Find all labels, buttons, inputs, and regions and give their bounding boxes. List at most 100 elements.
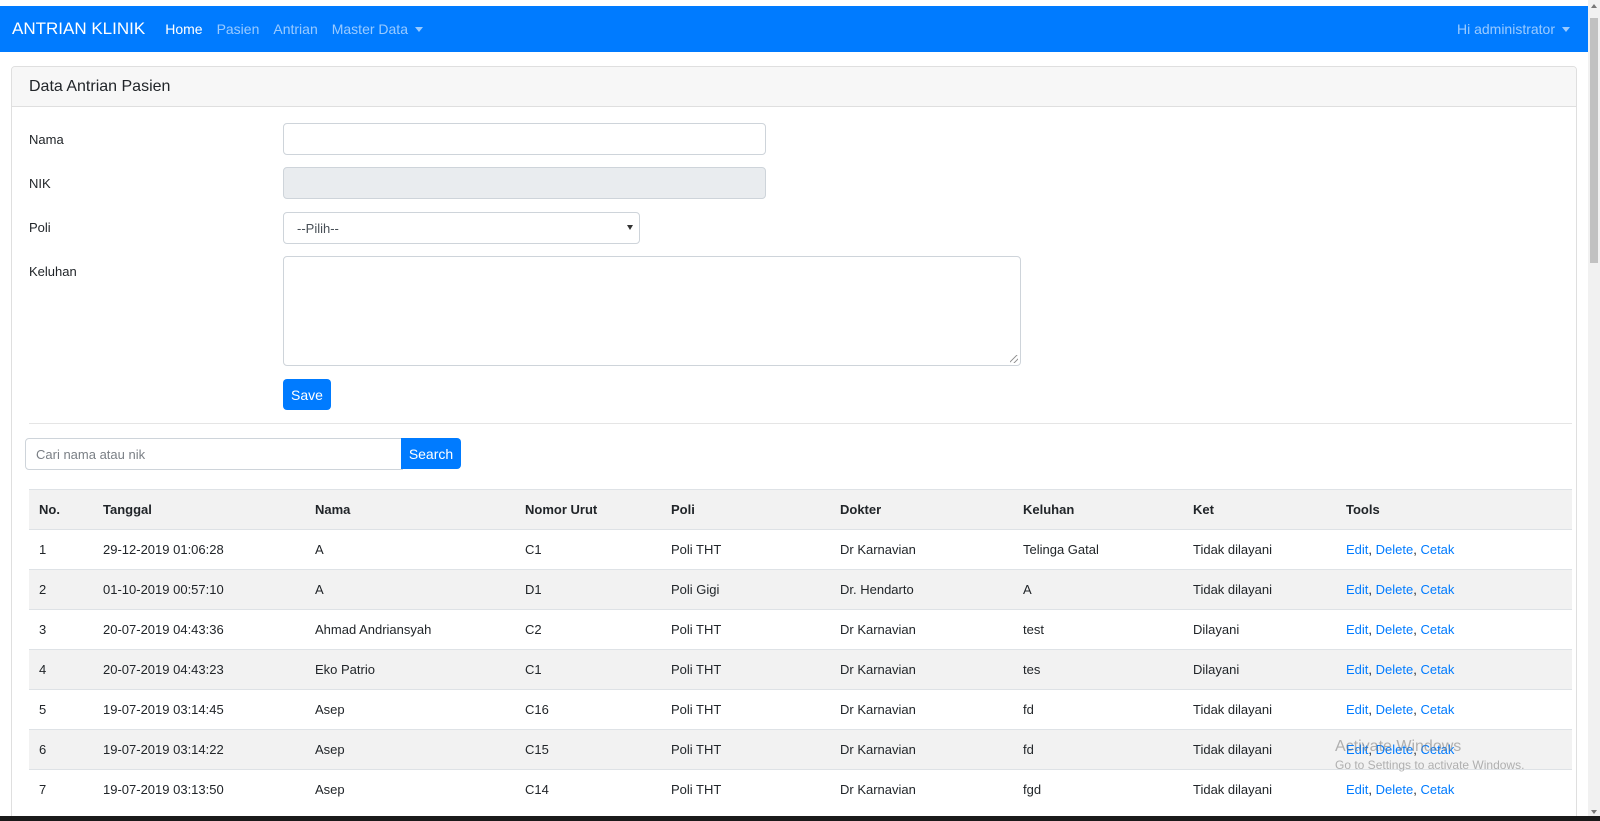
cetak-link[interactable]: Cetak (1420, 582, 1454, 597)
cell-poli: Poli THT (661, 609, 830, 650)
cell-tools: Edit, Delete, Cetak (1336, 569, 1572, 610)
cell-dokter: Dr. Hendarto (830, 569, 1013, 610)
cell-no: 3 (29, 609, 93, 650)
cell-tanggal: 19-07-2019 03:14:22 (93, 729, 305, 770)
search-input[interactable] (25, 438, 403, 470)
nav-link-home[interactable]: Home (165, 21, 202, 37)
cell-ket: Dilayani (1183, 609, 1336, 650)
cell-keluhan: fgd (1013, 769, 1183, 810)
tools-separator: , (1368, 582, 1376, 597)
cetak-link[interactable]: Cetak (1420, 662, 1454, 677)
poli-label: Poli (29, 220, 51, 235)
cell-nomor-urut: C15 (515, 729, 661, 770)
nav-link-antrian[interactable]: Antrian (273, 21, 317, 37)
header-tanggal: Tanggal (93, 489, 305, 530)
cell-ket: Tidak dilayani (1183, 769, 1336, 810)
edit-link[interactable]: Edit (1346, 582, 1368, 597)
delete-link[interactable]: Delete (1376, 542, 1414, 557)
cetak-link[interactable]: Cetak (1420, 742, 1454, 757)
delete-link[interactable]: Delete (1376, 622, 1414, 637)
cell-keluhan: Telinga Gatal (1013, 529, 1183, 570)
cell-keluhan: fd (1013, 689, 1183, 730)
cell-ket: Tidak dilayani (1183, 529, 1336, 570)
cell-tanggal: 01-10-2019 00:57:10 (93, 569, 305, 610)
edit-link[interactable]: Edit (1346, 542, 1368, 557)
delete-link[interactable]: Delete (1376, 782, 1414, 797)
cetak-link[interactable]: Cetak (1420, 622, 1454, 637)
delete-link[interactable]: Delete (1376, 582, 1414, 597)
cell-nomor-urut: D1 (515, 569, 661, 610)
tools-separator: , (1368, 622, 1376, 637)
cetak-link[interactable]: Cetak (1420, 782, 1454, 797)
vertical-scrollbar[interactable] (1588, 0, 1600, 821)
cetak-link[interactable]: Cetak (1420, 542, 1454, 557)
resize-handle-icon[interactable] (1010, 355, 1018, 363)
header-nomor-urut: Nomor Urut (515, 489, 661, 530)
cell-no: 6 (29, 729, 93, 770)
cell-nomor-urut: C16 (515, 689, 661, 730)
cell-no: 7 (29, 769, 93, 810)
select-arrow-icon (627, 225, 633, 230)
cell-ket: Tidak dilayani (1183, 689, 1336, 730)
cell-no: 2 (29, 569, 93, 610)
poli-select[interactable]: --Pilih-- (283, 212, 640, 244)
poli-select-value: --Pilih-- (297, 220, 339, 236)
tools-separator: , (1368, 662, 1376, 677)
chevron-down-icon (1562, 26, 1570, 32)
nama-label: Nama (29, 132, 64, 147)
cell-keluhan: test (1013, 609, 1183, 650)
edit-link[interactable]: Edit (1346, 702, 1368, 717)
cell-ket: Dilayani (1183, 649, 1336, 690)
navbar-brand[interactable]: ANTRIAN KLINIK (12, 19, 145, 39)
cell-nama: Asep (305, 689, 515, 730)
tools-separator: , (1368, 542, 1376, 557)
antrian-card: Data Antrian Pasien Nama NIK Poli --Pili… (11, 66, 1577, 821)
cell-dokter: Dr Karnavian (830, 609, 1013, 650)
cetak-link[interactable]: Cetak (1420, 702, 1454, 717)
scrollbar-thumb[interactable] (1590, 18, 1598, 263)
cell-nomor-urut: C2 (515, 609, 661, 650)
nik-input[interactable] (283, 167, 766, 199)
cell-tanggal: 20-07-2019 04:43:36 (93, 609, 305, 650)
nama-input[interactable] (283, 123, 766, 155)
header-poli: Poli (661, 489, 830, 530)
tools-separator: , (1368, 742, 1376, 757)
search-button[interactable]: Search (401, 438, 461, 469)
edit-link[interactable]: Edit (1346, 622, 1368, 637)
cell-tanggal: 19-07-2019 03:14:45 (93, 689, 305, 730)
cell-dokter: Dr Karnavian (830, 729, 1013, 770)
table-row: 5 19-07-2019 03:14:45 Asep C16 Poli THT Dr Ka… (29, 689, 1572, 730)
nav-link-pasien[interactable]: Pasien (217, 21, 260, 37)
cell-nama: A (305, 569, 515, 610)
table-row: 1 29-12-2019 01:06:28 A C1 Poli THT Dr Karnav… (29, 529, 1572, 570)
header-ket: Ket (1183, 489, 1336, 530)
cell-nama: Asep (305, 729, 515, 770)
delete-link[interactable]: Delete (1376, 742, 1414, 757)
scroll-up-arrow-icon[interactable] (1591, 4, 1597, 8)
cell-ket: Tidak dilayani (1183, 729, 1336, 770)
user-menu[interactable]: Hi administrator (1457, 21, 1576, 37)
save-button[interactable]: Save (283, 379, 331, 410)
edit-link[interactable]: Edit (1346, 662, 1368, 677)
cell-no: 1 (29, 529, 93, 570)
edit-link[interactable]: Edit (1346, 782, 1368, 797)
cell-poli: Poli THT (661, 689, 830, 730)
cell-dokter: Dr Karnavian (830, 689, 1013, 730)
cell-poli: Poli THT (661, 529, 830, 570)
scroll-down-arrow-icon[interactable] (1591, 810, 1597, 814)
cell-no: 5 (29, 689, 93, 730)
cell-poli: Poli THT (661, 769, 830, 810)
cell-dokter: Dr Karnavian (830, 529, 1013, 570)
header-nama: Nama (305, 489, 515, 530)
cell-poli: Poli Gigi (661, 569, 830, 610)
nav-link-master-data[interactable]: Master Data (332, 21, 423, 37)
cell-nomor-urut: C14 (515, 769, 661, 810)
delete-link[interactable]: Delete (1376, 662, 1414, 677)
cell-dokter: Dr Karnavian (830, 769, 1013, 810)
user-menu-label: Hi administrator (1456, 21, 1555, 37)
cell-tools: Edit, Delete, Cetak (1336, 689, 1572, 730)
edit-link[interactable]: Edit (1346, 742, 1368, 757)
delete-link[interactable]: Delete (1376, 702, 1414, 717)
cell-nomor-urut: C1 (515, 649, 661, 690)
keluhan-textarea[interactable] (283, 256, 1021, 366)
